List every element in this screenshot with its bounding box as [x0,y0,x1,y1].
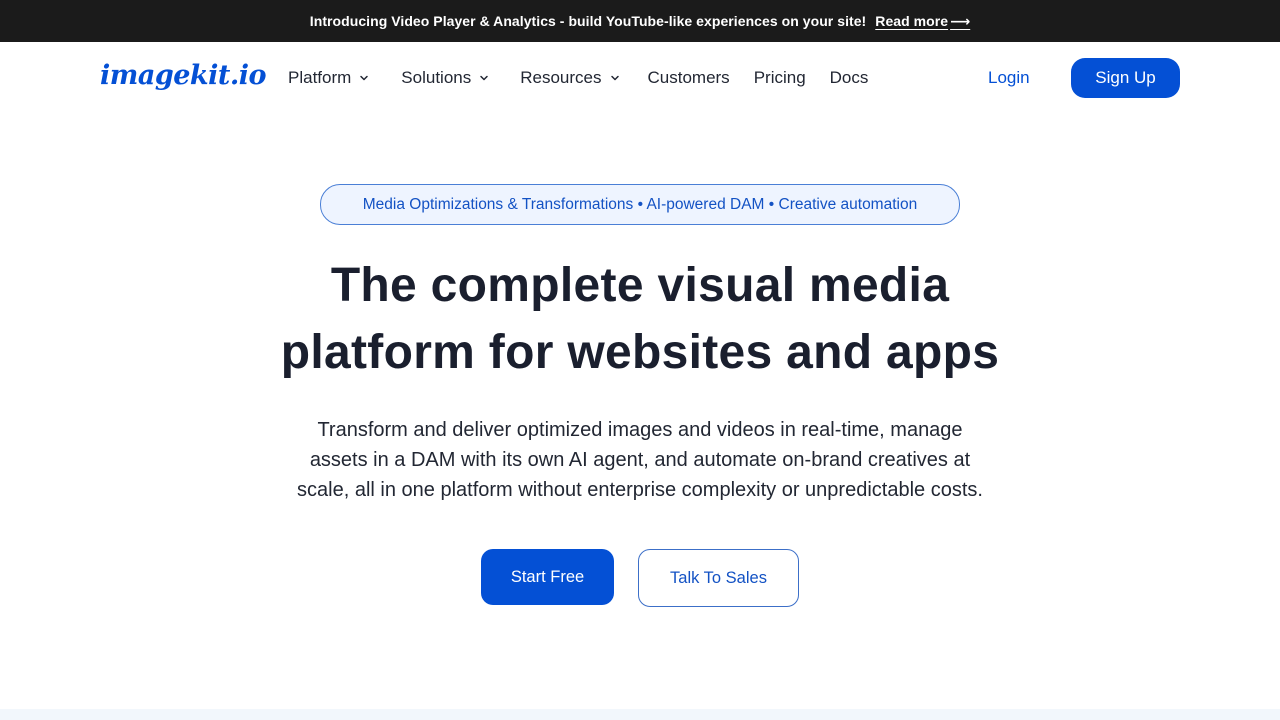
nav-item-label: Solutions [401,68,472,87]
chevron-down-icon [608,71,622,85]
read-more-label: Read more [875,13,949,29]
nav-item-platform[interactable]: Platform [288,42,371,114]
nav-item-pricing[interactable]: Pricing [754,42,806,114]
headline-line-1: The complete visual media [330,259,950,312]
talk-to-sales-button[interactable]: Talk To Sales [638,549,799,607]
hero-headline: The complete visual media platform for w… [200,252,1080,386]
read-more-link[interactable]: Read more ⟶ [875,13,970,30]
nav-item-customers[interactable]: Customers [648,42,730,114]
nav-item-label: Platform [288,68,352,87]
chevron-down-icon [357,71,371,85]
nav-item-solutions[interactable]: Solutions [401,42,491,114]
subtext-line-3: scale, all in one platform without enter… [297,479,983,501]
announcement-message: Introducing Video Player & Analytics - b… [309,13,867,29]
next-section-band [0,709,1280,720]
subtext-line-2: assets in a DAM with its own AI agent, a… [309,449,971,471]
announcement-bar: Introducing Video Player & Analytics - b… [0,0,1280,42]
nav-item-docs[interactable]: Docs [830,42,869,114]
nav-item-label: Customers [647,68,730,87]
headline-line-2: platform for websites and apps [280,326,1000,379]
nav-item-label: Docs [829,68,869,87]
arrow-right-icon: ⟶ [950,12,971,29]
main-nav: Platform Solutions Resources Customers P… [288,42,868,114]
chevron-down-icon [477,71,491,85]
hero-subtext: Transform and deliver optimized images a… [240,415,1040,505]
nav-item-resources[interactable]: Resources [520,42,621,114]
features-pill: Media Optimizations & Transformations • … [320,184,960,225]
start-free-button[interactable]: Start Free [481,549,614,605]
nav-item-label: Resources [520,68,602,87]
login-link[interactable]: Login [988,64,1030,92]
site-header: imagekit.io Platform Solutions Resources… [0,42,1280,114]
imagekit-logo[interactable]: imagekit.io [100,56,266,96]
nav-item-label: Pricing [753,68,806,87]
subtext-line-1: Transform and deliver optimized images a… [317,419,963,441]
sign-up-button[interactable]: Sign Up [1071,58,1180,98]
